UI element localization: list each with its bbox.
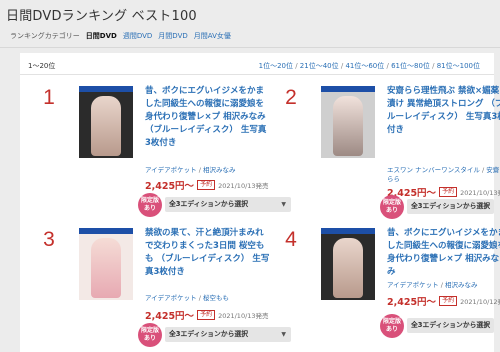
price-row: 2,425円〜予約2021/10/13発売	[145, 178, 269, 192]
preorder-badge: 予約	[439, 187, 458, 197]
pager-separator: /	[429, 62, 437, 70]
product-title-link[interactable]: 昔、ボクにエグいイジメをかました同級生への報復に溺愛娘を身代わり復讐レ×プ 相沢…	[387, 227, 500, 279]
product-title-link[interactable]: 禁欲の果て、汗と絶頂汁まみれで交わりまくった3日間 桜空もも （ブルーレイディス…	[145, 227, 271, 279]
pager-link-61-80[interactable]: 61位〜80位	[391, 62, 430, 70]
product-thumbnail[interactable]	[79, 228, 133, 300]
maker-link[interactable]: アイデアポケット	[145, 166, 197, 174]
cover-figure	[333, 238, 363, 298]
actress-link[interactable]: 桜空もも	[203, 294, 229, 302]
pager-link-21-40[interactable]: 21位〜40位	[300, 62, 339, 70]
category-monthly-dvd[interactable]: 月間DVD	[158, 31, 187, 41]
product-thumbnail[interactable]	[321, 86, 375, 158]
bluray-strip	[321, 228, 375, 234]
preorder-badge: 予約	[439, 296, 458, 306]
maker-actress: アイデアポケット / 桜空もも	[145, 294, 230, 302]
edition-select-label: 全3エディションから選択	[169, 330, 249, 338]
limited-edition-badge: 限定版 あり	[138, 323, 162, 347]
page-title: 日間DVDランキング ベスト100	[6, 9, 197, 24]
nav-divider	[0, 47, 500, 48]
edition-select[interactable]: 全3エディションから選択 ▼	[165, 197, 291, 212]
maker-actress: アイデアポケット / 相沢みなみ	[387, 281, 478, 289]
rank-number: 3	[43, 228, 55, 251]
rank-number: 1	[43, 86, 55, 109]
edition-select[interactable]: 全3エディションから選択 ▼	[165, 327, 291, 342]
release-date: 2021/10/13発売	[218, 182, 269, 190]
pager-link-1-20[interactable]: 1位〜20位	[259, 62, 293, 70]
limited-edition-badge: 限定版 あり	[380, 314, 404, 338]
edition-select[interactable]: 全3エディションから選択 ▼	[407, 199, 494, 214]
price: 2,425円〜	[387, 297, 437, 308]
actress-link[interactable]: 相沢みなみ	[445, 281, 478, 289]
cover-figure	[91, 238, 121, 298]
category-monthly-actress[interactable]: 月間AV女優	[194, 31, 231, 41]
range-row: 1〜20位 1位〜20位 / 21位〜40位 / 41位〜60位 / 61位〜8…	[20, 53, 494, 75]
rank-number: 4	[285, 228, 297, 251]
release-date: 2021/10/13発売	[218, 312, 269, 320]
cover-figure	[333, 96, 363, 156]
price: 2,425円〜	[145, 181, 195, 192]
maker-actress: アイデアポケット / 相沢みなみ	[145, 166, 236, 174]
category-weekly-dvd[interactable]: 週間DVD	[123, 31, 152, 41]
cover-figure	[91, 96, 121, 156]
limited-edition-badge: 限定版 あり	[138, 193, 162, 217]
bluray-strip	[79, 86, 133, 92]
price-row: 2,425円〜予約2021/10/13発売	[387, 185, 500, 199]
price-row: 2,425円〜予約2021/10/12発売	[387, 294, 500, 308]
maker-link[interactable]: アイデアポケット	[145, 294, 197, 302]
pager-separator: /	[292, 62, 300, 70]
rank-number: 2	[285, 86, 297, 109]
release-date: 2021/10/13発売	[460, 189, 500, 197]
pager-link-41-60[interactable]: 41位〜60位	[345, 62, 384, 70]
actress-link[interactable]: 相沢みなみ	[203, 166, 236, 174]
category-nav: ランキングカテゴリー 日間DVD 週間DVD 月間DVD 月間AV女優	[10, 31, 231, 41]
maker-link[interactable]: アイデアポケット	[387, 281, 439, 289]
caret-down-icon: ▼	[484, 322, 489, 329]
preorder-badge: 予約	[197, 310, 216, 320]
category-nav-label: ランキングカテゴリー	[10, 32, 80, 40]
ranking-panel: 1〜20位 1位〜20位 / 21位〜40位 / 41位〜60位 / 61位〜8…	[20, 53, 500, 352]
range-pager: 1位〜20位 / 21位〜40位 / 41位〜60位 / 61位〜80位 / 8…	[259, 61, 480, 71]
edition-select-label: 全3エディションから選択	[169, 200, 249, 208]
caret-down-icon: ▼	[484, 203, 489, 210]
price: 2,425円〜	[145, 311, 195, 322]
limited-edition-badge: 限定版 あり	[380, 195, 404, 219]
pager-link-81-100[interactable]: 81位〜100位	[437, 62, 480, 70]
edition-select-label: 全3エディションから選択	[411, 202, 491, 210]
ranking-item: 4 昔、ボクにエグいイジメをかました同級生への報復に溺愛娘を身代わり復讐レ×プ …	[276, 228, 500, 352]
edition-select[interactable]: 全3エディションから選択 ▼	[407, 318, 494, 333]
bluray-strip	[79, 228, 133, 234]
ranking-item: 3 禁欲の果て、汗と絶頂汁まみれで交わりまくった3日間 桜空もも （ブルーレイデ…	[34, 228, 291, 352]
product-title-link[interactable]: 昔、ボクにエグいイジメをかました同級生への報復に溺愛娘を身代わり復讐レ×プ 相沢…	[145, 85, 271, 150]
current-range: 1〜20位	[28, 62, 56, 70]
preorder-badge: 予約	[197, 180, 216, 190]
maker-actress: エスワン ナンバーワンスタイル / 安齋らら	[387, 166, 500, 183]
category-daily-dvd[interactable]: 日間DVD	[86, 31, 117, 41]
product-thumbnail[interactable]	[79, 86, 133, 158]
ranking-item: 2 安齋らら理性飛ぶ 禁欲×媚薬漬け 異常絶頂ストロング （ブルーレイディスク）…	[276, 86, 500, 219]
product-title-link[interactable]: 安齋らら理性飛ぶ 禁欲×媚薬漬け 異常絶頂ストロング （ブルーレイディスク） 生…	[387, 85, 500, 137]
bluray-strip	[321, 86, 375, 92]
price-row: 2,425円〜予約2021/10/13発売	[145, 308, 269, 322]
ranking-item: 1 昔、ボクにエグいイジメをかました同級生への報復に溺愛娘を身代わり復讐レ×プ …	[34, 86, 291, 217]
maker-link[interactable]: エスワン ナンバーワンスタイル	[387, 166, 480, 174]
edition-select-label: 全3エディションから選択	[411, 321, 491, 329]
release-date: 2021/10/12発売	[460, 298, 500, 306]
product-thumbnail[interactable]	[321, 228, 375, 300]
